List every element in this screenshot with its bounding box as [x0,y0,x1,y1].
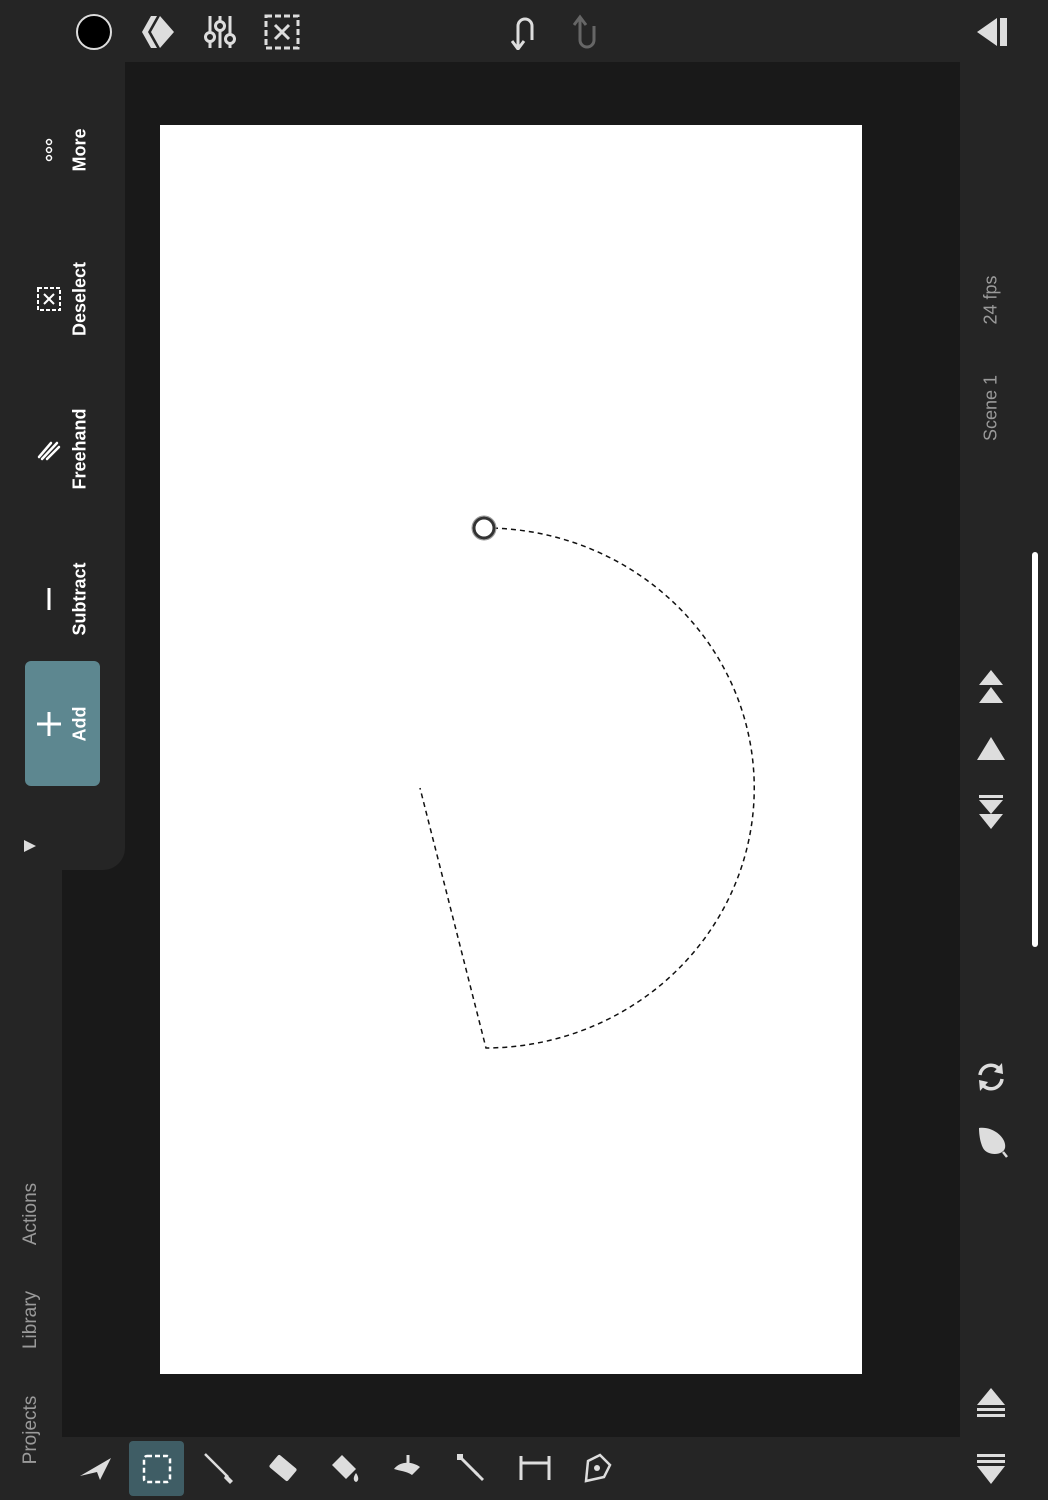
subtract-tool-label: Subtract [69,561,90,636]
collapse-down-icon [977,1454,1005,1484]
expand-up-button[interactable] [974,1386,1008,1420]
move-arrow-icon [80,1458,111,1480]
fill-icon [332,1455,359,1482]
more-tool-label: More [69,127,90,172]
redo-button[interactable] [567,12,607,52]
marquee-tool-button[interactable] [129,1441,184,1496]
move-to-top-button[interactable] [974,668,1008,706]
more-tool-button[interactable]: More [25,87,100,212]
deselect-icon [37,286,61,311]
brush-tool-button[interactable] [196,1442,242,1494]
play-triangle-icon [24,840,36,852]
eraser-tool-button[interactable] [260,1442,306,1494]
deselect-tool-label: Deselect [69,261,90,336]
minus-icon [47,587,51,610]
more-dots-icon [45,138,53,161]
subtract-tool-button[interactable]: Subtract [25,536,100,661]
onion-skin-icon [979,1127,1008,1158]
actions-nav[interactable]: Actions [20,1183,42,1245]
add-tool-button[interactable]: Add [25,661,100,786]
freehand-tool-label: Freehand [69,407,90,490]
brush-icon [204,1453,233,1484]
eraser-icon [269,1454,297,1482]
freehand-squiggle-icon [37,441,61,460]
plus-icon [37,711,61,736]
eyedropper-icon [457,1454,484,1481]
move-down-button[interactable] [974,793,1008,831]
ruler-icon [519,1456,551,1480]
loop-icon [978,1063,1004,1091]
layers-button[interactable] [138,12,178,52]
deselect-top-button[interactable] [262,12,302,52]
loop-button[interactable] [972,1058,1010,1096]
undo-icon [511,17,534,50]
move-up-button[interactable] [974,733,1008,765]
color-swatch-button[interactable] [74,12,114,52]
scene-name[interactable]: Scene 1 [981,375,1002,441]
color-swatch-icon [76,14,112,50]
deselect-tool-button[interactable]: Deselect [25,236,100,361]
lasso-selection-path [419,515,755,1049]
move-to-top-icon [979,670,1003,703]
layers-diamond-icon [142,16,174,48]
smudge-icon [394,1455,420,1475]
eyedropper-tool-button[interactable] [448,1442,494,1494]
fill-tool-button[interactable] [322,1442,368,1494]
collapse-down-button[interactable] [974,1452,1008,1486]
drawing-canvas[interactable] [160,125,862,1374]
adjustments-button[interactable] [200,12,240,52]
library-nav[interactable]: Library [20,1291,42,1349]
marquee-select-icon [142,1454,171,1483]
pen-tool-button[interactable] [574,1442,620,1494]
smudge-tool-button[interactable] [384,1442,430,1494]
fps-label[interactable]: 24 fps [981,275,1002,324]
pen-icon [584,1453,612,1483]
deselect-box-icon [264,14,300,50]
collapse-panel-button[interactable] [972,12,1012,52]
ruler-tool-button[interactable] [512,1442,558,1494]
freehand-tool-button[interactable]: Freehand [25,386,100,511]
adjustments-sliders-icon [204,16,236,48]
timeline-scrollbar[interactable] [1032,552,1038,947]
move-tool-button[interactable] [72,1442,118,1494]
move-up-icon [977,737,1005,760]
collapse-panel-icon [977,18,1007,46]
onion-skin-button[interactable] [972,1120,1010,1160]
expand-up-icon [977,1388,1005,1417]
redo-icon [573,14,596,49]
projects-nav[interactable]: Projects [20,1396,42,1465]
expand-tools-button[interactable] [18,834,42,858]
move-down-icon [979,795,1003,829]
undo-button[interactable] [505,12,545,52]
add-tool-label: Add [69,706,90,741]
